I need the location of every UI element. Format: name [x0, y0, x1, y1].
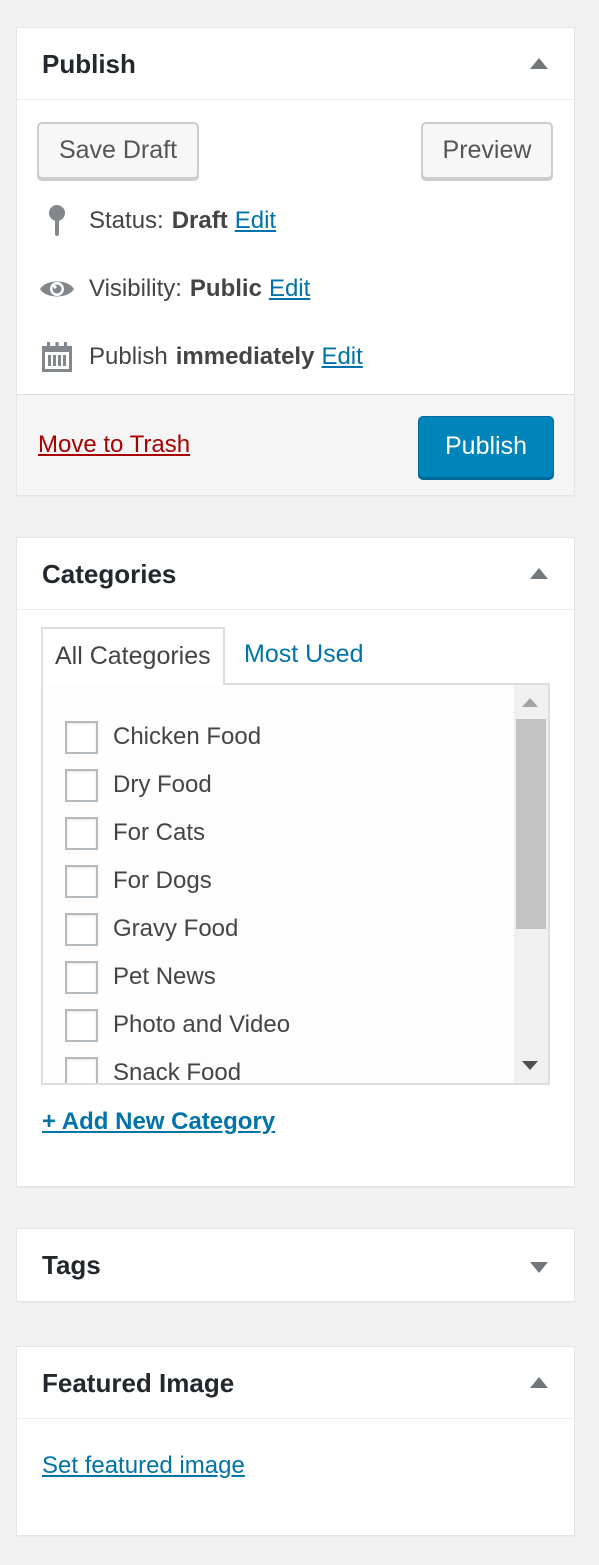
- visibility-label: Visibility:: [89, 275, 182, 302]
- category-label: For Dogs: [113, 867, 212, 894]
- schedule-row: Publish immediately Edit: [39, 337, 363, 377]
- category-label: Chicken Food: [113, 723, 262, 750]
- visibility-row: Visibility: Public Edit: [39, 269, 310, 309]
- collapse-arrow-icon[interactable]: [530, 568, 548, 579]
- category-item[interactable]: For Dogs: [65, 863, 212, 899]
- tags-title: Tags: [42, 1250, 101, 1280]
- preview-button[interactable]: Preview: [421, 122, 553, 179]
- status-row: Status: Draft Edit: [39, 201, 276, 241]
- status-value: Draft: [171, 207, 228, 234]
- schedule-edit-link[interactable]: Edit: [321, 343, 362, 371]
- pin-icon: [39, 203, 75, 239]
- categories-box: Categories All Categories Most Used Chic…: [16, 537, 575, 1187]
- categories-title: Categories: [42, 559, 177, 589]
- scroll-down-icon[interactable]: [522, 1061, 538, 1070]
- category-label: Photo and Video: [113, 1011, 291, 1038]
- publish-button[interactable]: Publish: [418, 416, 554, 478]
- category-label: Gravy Food: [113, 915, 239, 942]
- publish-box: Publish Save Draft Preview Status: Draft…: [16, 27, 575, 496]
- category-checkbox[interactable]: [65, 1056, 98, 1083]
- publish-header[interactable]: Publish: [17, 28, 574, 100]
- expand-arrow-icon[interactable]: [530, 1262, 548, 1273]
- category-label: Pet News: [113, 963, 216, 990]
- category-label: For Cats: [113, 819, 206, 846]
- status-edit-link[interactable]: Edit: [235, 207, 276, 235]
- categories-header[interactable]: Categories: [17, 538, 574, 610]
- scrollbar-thumb[interactable]: [516, 719, 546, 929]
- collapse-arrow-icon[interactable]: [530, 58, 548, 69]
- scroll-up-icon[interactable]: [522, 698, 538, 707]
- visibility-value: Public: [189, 275, 262, 302]
- category-item[interactable]: Chicken Food: [65, 719, 261, 755]
- add-new-category-link[interactable]: + Add New Category: [42, 1108, 275, 1136]
- category-label: Dry Food: [113, 771, 212, 798]
- category-label: Snack Food: [113, 1059, 242, 1085]
- category-checkbox[interactable]: [65, 912, 98, 946]
- category-checkbox[interactable]: [65, 960, 98, 994]
- featured-image-title: Featured Image: [42, 1368, 235, 1398]
- category-checkbox[interactable]: [65, 864, 98, 898]
- schedule-label: Publish: [89, 343, 168, 370]
- category-item[interactable]: Dry Food: [65, 767, 212, 803]
- move-to-trash-link[interactable]: Move to Trash: [38, 431, 190, 459]
- category-item[interactable]: Snack Food: [65, 1055, 242, 1085]
- category-item[interactable]: Photo and Video: [65, 1007, 290, 1043]
- category-scrollbar[interactable]: [514, 685, 548, 1083]
- tags-header[interactable]: Tags: [17, 1229, 574, 1301]
- category-item[interactable]: For Cats: [65, 815, 205, 851]
- category-checklist: Chicken Food Dry Food For Cats For Dogs …: [41, 683, 550, 1085]
- calendar-icon: [39, 339, 75, 375]
- set-featured-image-link[interactable]: Set featured image: [42, 1452, 245, 1480]
- visibility-edit-link[interactable]: Edit: [269, 275, 310, 303]
- featured-image-box: Featured Image Set featured image: [16, 1346, 575, 1536]
- category-checkbox[interactable]: [65, 816, 98, 850]
- eye-icon: [39, 271, 75, 307]
- status-label: Status:: [89, 207, 164, 234]
- schedule-value: immediately: [175, 343, 315, 370]
- publish-actions: Move to Trash Publish: [17, 394, 574, 495]
- category-checkbox[interactable]: [65, 1008, 98, 1042]
- category-checkbox[interactable]: [65, 768, 98, 802]
- tab-all-categories[interactable]: All Categories: [41, 627, 225, 685]
- featured-image-header[interactable]: Featured Image: [17, 1347, 574, 1419]
- tags-box: Tags: [16, 1228, 575, 1302]
- category-item[interactable]: Pet News: [65, 959, 216, 995]
- category-item[interactable]: Gravy Food: [65, 911, 238, 947]
- category-checkbox[interactable]: [65, 720, 98, 754]
- save-draft-button[interactable]: Save Draft: [37, 122, 199, 179]
- tab-most-used[interactable]: Most Used: [232, 627, 375, 683]
- collapse-arrow-icon[interactable]: [530, 1377, 548, 1388]
- publish-title: Publish: [42, 49, 136, 79]
